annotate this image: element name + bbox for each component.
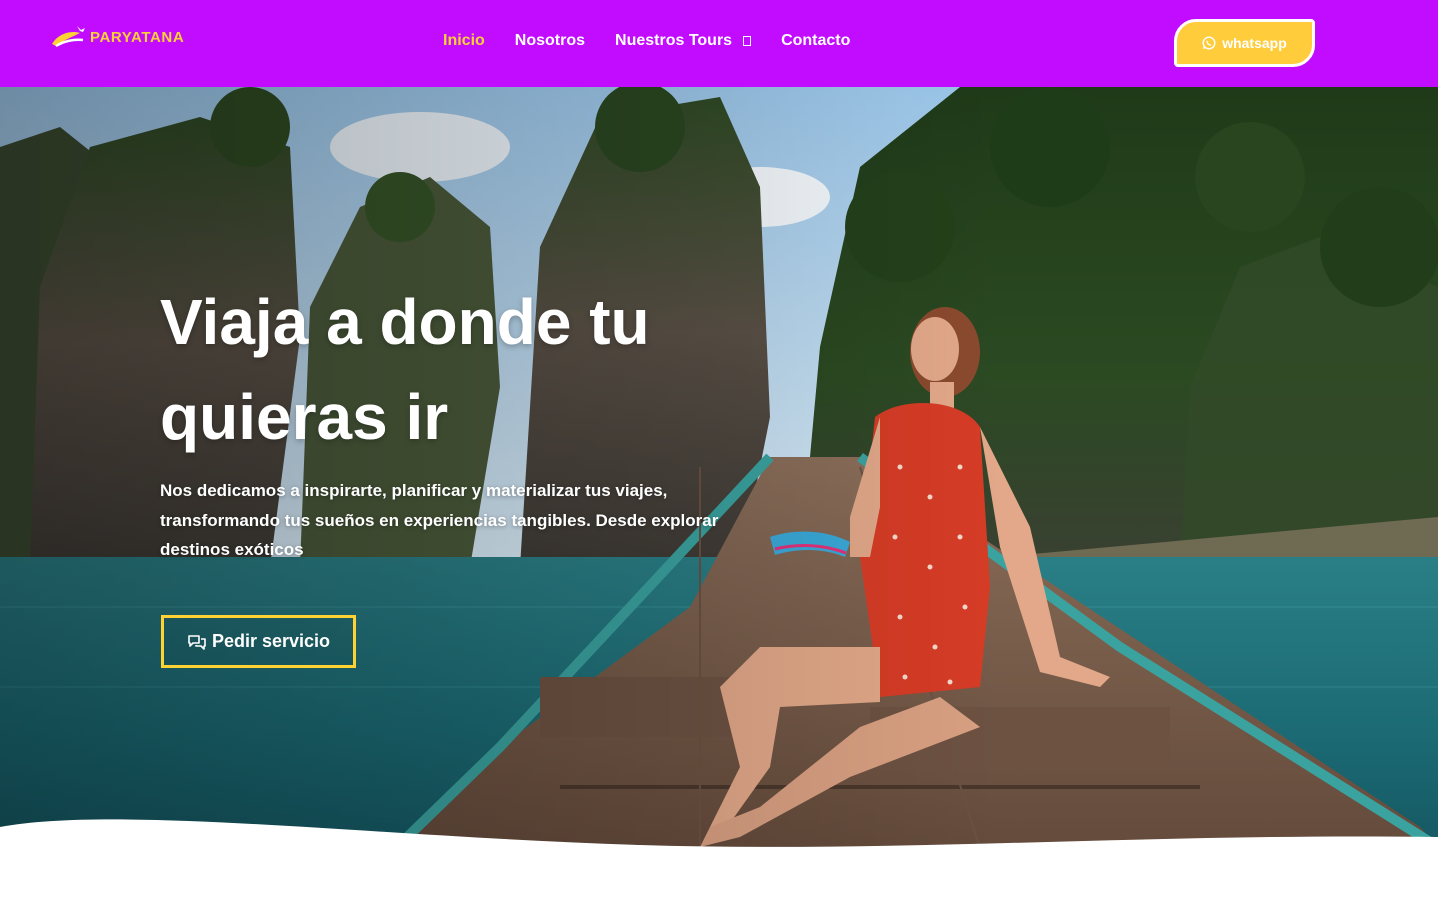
hero-section: Viaja a donde tu quieras ir Nos dedicamo… [0, 87, 1438, 912]
hero-wave-divider [0, 819, 1438, 912]
pedir-servicio-button[interactable]: Pedir servicio [161, 615, 356, 668]
pedir-servicio-label: Pedir servicio [211, 631, 331, 651]
chat-bubbles-icon [188, 634, 206, 650]
nav-item-contacto[interactable]: Contacto [781, 32, 850, 50]
nav-item-nuestros-tours[interactable]: Nuestros Tours [615, 32, 752, 50]
nav-item-inicio[interactable]: Inicio [443, 32, 485, 50]
hero-title: Viaja a donde tu quieras ir [160, 275, 780, 465]
main-nav: Inicio Nosotros Nuestros Tours Contacto [443, 32, 880, 50]
hero-title-line-1: Viaja a donde tu [160, 286, 650, 358]
logo-icon [52, 26, 85, 48]
dropdown-box-icon [743, 36, 752, 46]
logo-text: PARYATANA [90, 28, 185, 46]
nav-item-nosotros[interactable]: Nosotros [515, 32, 585, 50]
hero-description: Nos dedicamos a inspirarte, planificar y… [160, 481, 719, 559]
site-header: PARYATANA Inicio Nosotros Nuestros Tours… [0, 0, 1438, 87]
whatsapp-button[interactable]: whatsapp [1174, 19, 1315, 67]
hero-title-line-2: quieras ir [160, 381, 449, 453]
whatsapp-icon [1202, 36, 1216, 50]
whatsapp-label: whatsapp [1222, 35, 1287, 51]
logo[interactable]: PARYATANA [50, 22, 184, 52]
nav-item-nuestros-tours-label: Nuestros Tours [615, 32, 733, 49]
